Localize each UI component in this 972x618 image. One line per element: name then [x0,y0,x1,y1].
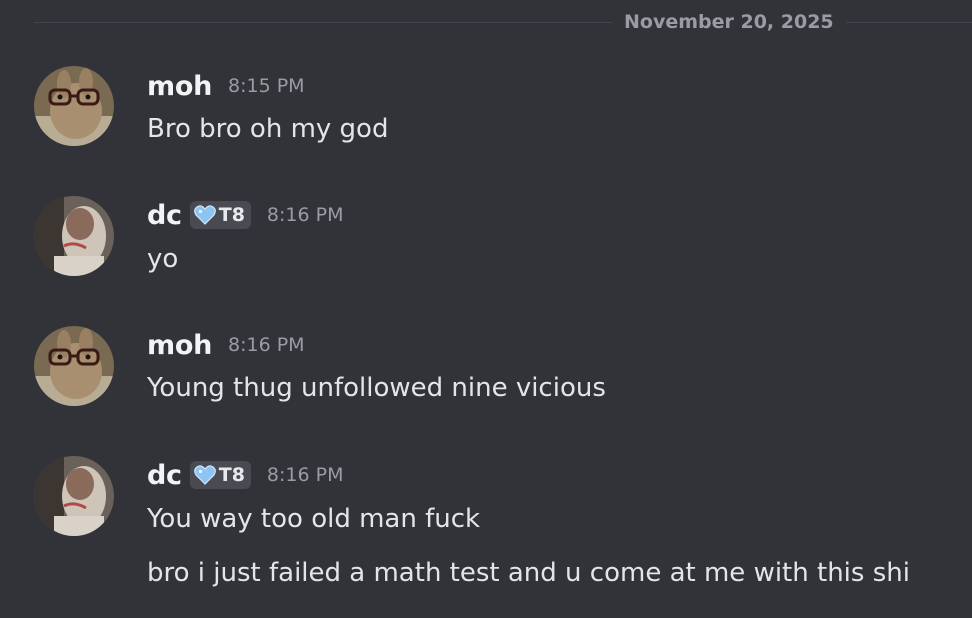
username[interactable]: moh [147,71,212,102]
avatar[interactable] [34,196,114,276]
avatar[interactable] [34,456,114,536]
timestamp[interactable]: 8:16 PM [267,464,344,486]
timestamp[interactable]: 8:15 PM [228,75,305,97]
timestamp[interactable]: 8:16 PM [267,204,344,226]
username[interactable]: dc [147,200,182,231]
message-header: dc T8 8:16 PM [147,199,343,231]
server-tag-badge[interactable]: T8 [189,461,251,489]
message-text: yo [147,244,179,274]
timestamp[interactable]: 8:16 PM [228,334,305,356]
date-divider-label: November 20, 2025 [612,10,846,34]
avatar[interactable] [34,66,114,146]
message-text: You way too old man fuck [147,504,481,534]
message-header: moh 8:15 PM [147,70,305,102]
badge-label: T8 [218,204,245,226]
message-header: dc T8 8:16 PM [147,459,343,491]
username[interactable]: moh [147,330,212,361]
server-tag-badge[interactable]: T8 [189,201,251,229]
message-text: Bro bro oh my god [147,114,389,144]
badge-label: T8 [218,464,245,486]
avatar[interactable] [34,326,114,406]
username[interactable]: dc [147,460,182,491]
message-text: bro i just failed a math test and u come… [147,558,910,588]
heart-icon [193,205,216,225]
message-header: moh 8:16 PM [147,329,305,361]
heart-icon [193,465,216,485]
message-text: Young thug unfollowed nine vicious [147,373,606,403]
